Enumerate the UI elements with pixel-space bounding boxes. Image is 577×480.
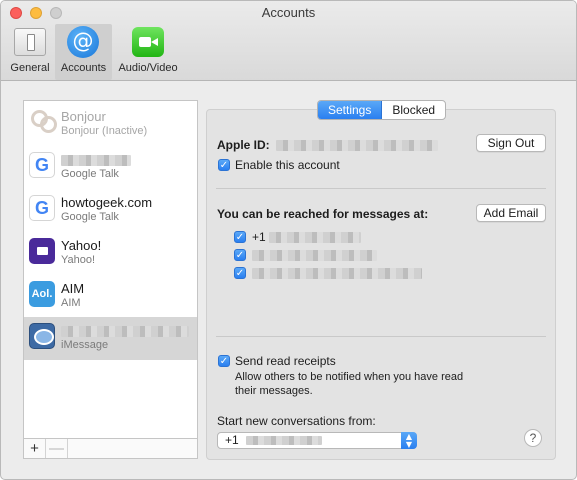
account-service: Bonjour (Inactive) (61, 125, 148, 137)
account-service: Google Talk (61, 168, 119, 180)
account-service: Google Talk (61, 211, 119, 223)
account-name: howtogeek.com (61, 195, 153, 210)
general-icon (14, 28, 46, 56)
toolbar-accounts-label: Accounts (60, 62, 107, 74)
yahoo-icon (29, 238, 55, 264)
account-name: AIM (61, 281, 85, 296)
account-row-google-talk[interactable]: G Google Talk (24, 146, 197, 189)
account-name-redacted (61, 152, 131, 167)
account-row-bonjour[interactable]: Bonjour Bonjour (Inactive) (24, 103, 197, 146)
add-email-button[interactable]: Add Email (476, 204, 546, 222)
aol-icon: Aol. (29, 281, 55, 307)
start-from-select[interactable]: +1 ▲ ▼ (217, 432, 417, 449)
tab-blocked[interactable]: Blocked (382, 101, 445, 119)
toolbar: Accounts General @ Accounts Audio/Video (1, 1, 576, 81)
read-receipts-label: Send read receipts (235, 354, 336, 368)
toolbar-general-label: General (10, 62, 50, 74)
address-checkbox[interactable]: ✓ (234, 231, 246, 243)
toolbar-audio-video[interactable]: Audio/Video (113, 24, 183, 80)
account-name: Bonjour (61, 109, 106, 124)
apple-id-label: Apple ID: (217, 138, 270, 152)
account-name-redacted (61, 323, 189, 338)
accounts-window: Accounts General @ Accounts Audio/Video … (0, 0, 577, 480)
account-row-howtogeek[interactable]: G howtogeek.com Google Talk (24, 189, 197, 232)
toolbar-accounts[interactable]: @ Accounts (55, 24, 112, 80)
address-checkbox[interactable]: ✓ (234, 249, 246, 261)
account-list-footer: + — (24, 438, 197, 458)
bonjour-icon (29, 109, 57, 135)
imessage-icon (29, 323, 55, 349)
account-name: Yahoo! (61, 238, 102, 253)
account-row-imessage[interactable]: iMessage (24, 317, 197, 360)
address-email-redacted (252, 266, 422, 280)
toolbar-audio-video-label: Audio/Video (118, 62, 178, 74)
sign-out-button[interactable]: Sign Out (476, 134, 546, 152)
apple-id-value-redacted (276, 138, 438, 152)
read-receipts-checkbox[interactable]: ✓ (218, 355, 230, 367)
add-account-button[interactable]: + (24, 439, 46, 458)
at-sign-icon: @ (67, 26, 99, 58)
divider (216, 336, 546, 337)
enable-account-checkbox[interactable]: ✓ (218, 159, 230, 171)
tab-settings[interactable]: Settings (318, 101, 383, 119)
google-icon: G (29, 195, 55, 221)
address-checkbox[interactable]: ✓ (234, 267, 246, 279)
account-row-yahoo[interactable]: Yahoo! Yahoo! (24, 232, 197, 275)
enable-account-label: Enable this account (235, 158, 340, 172)
google-icon: G (29, 152, 55, 178)
window-title: Accounts (261, 5, 316, 20)
address-email-redacted (252, 248, 377, 262)
read-receipts-description: their messages. (235, 385, 313, 397)
start-from-label: Start new conversations from: (217, 414, 376, 428)
toolbar-general[interactable]: General (5, 24, 55, 80)
account-service: iMessage (61, 339, 109, 351)
account-row-aim[interactable]: Aol. AIM AIM (24, 275, 197, 318)
account-list: Bonjour Bonjour (Inactive) G Google Talk… (23, 100, 198, 459)
video-camera-icon (132, 27, 164, 57)
settings-tab-control: Settings Blocked (317, 100, 447, 120)
address-phone: +1 (252, 230, 362, 244)
reached-at-label: You can be reached for messages at: (217, 207, 429, 221)
divider (216, 188, 546, 189)
remove-account-button[interactable]: — (46, 439, 68, 458)
chevron-updown-icon: ▲ ▼ (401, 432, 417, 449)
help-button[interactable]: ? (524, 429, 542, 447)
read-receipts-description: Allow others to be notified when you hav… (235, 371, 464, 383)
account-service: Yahoo! (61, 254, 96, 266)
account-service: AIM (61, 297, 81, 309)
